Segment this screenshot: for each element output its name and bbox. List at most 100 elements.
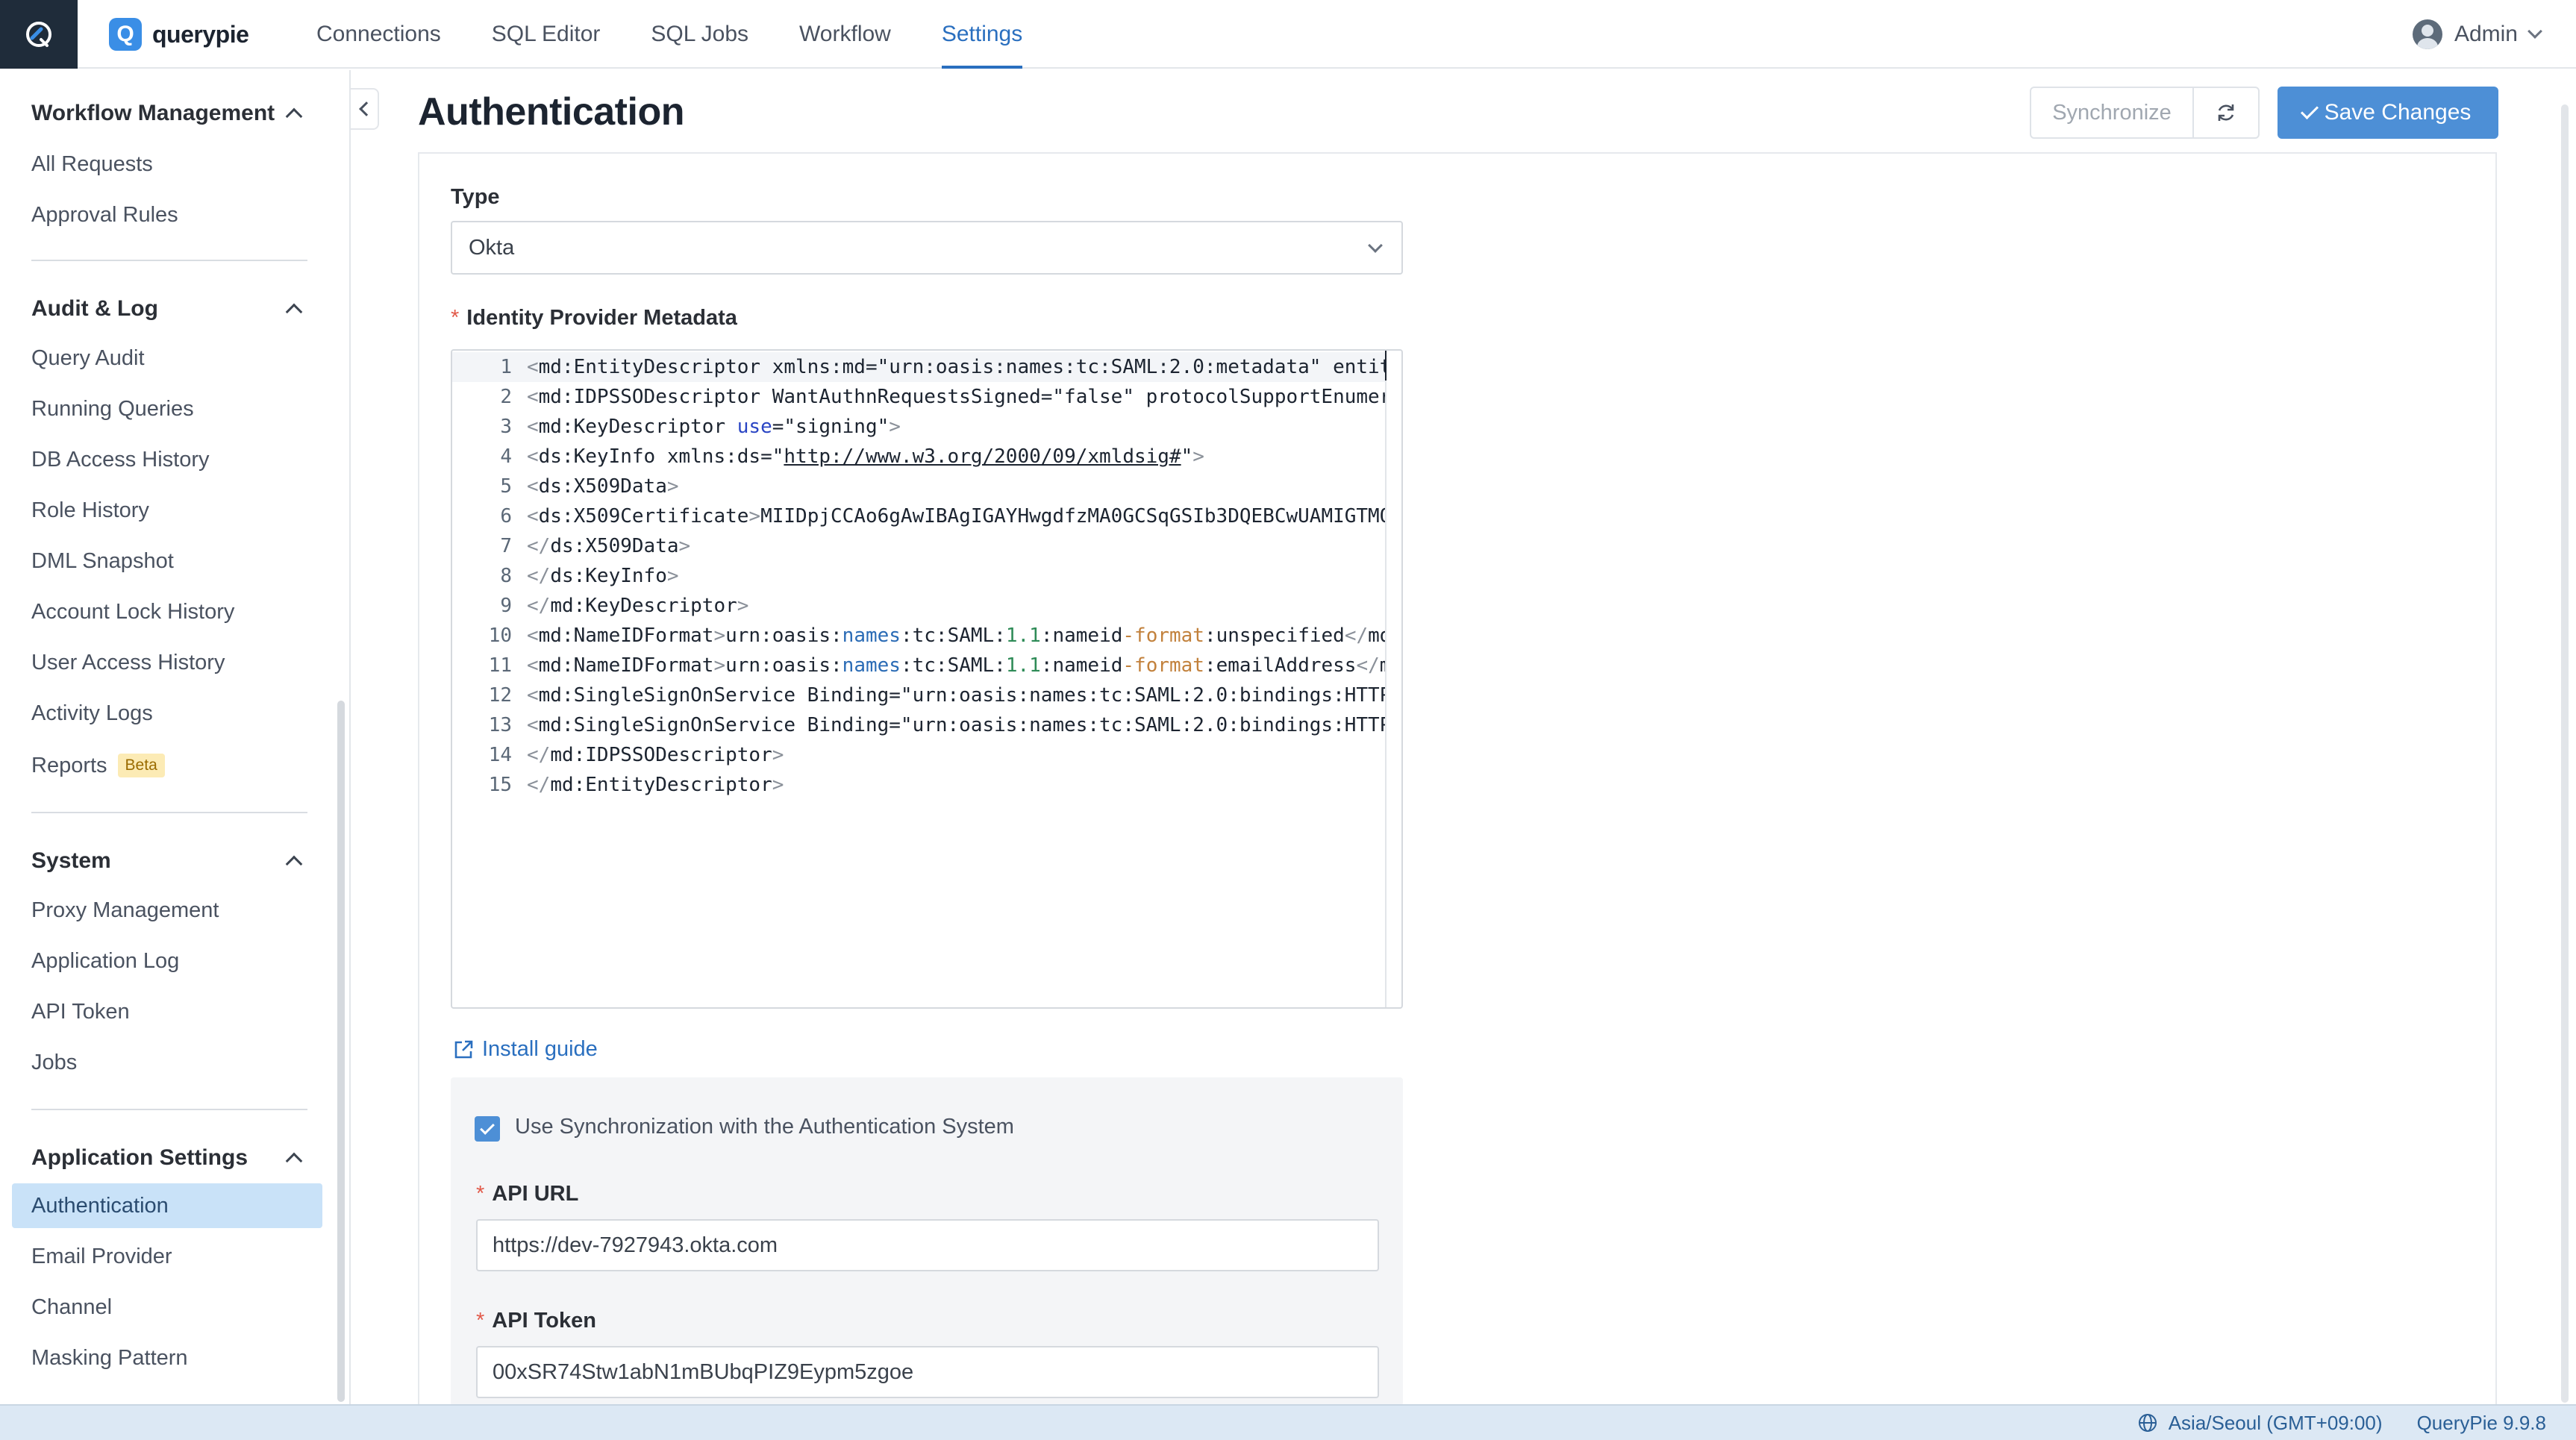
api-token-label: * API Token <box>476 1309 596 1333</box>
section-title: Application Settings <box>31 1145 248 1170</box>
section-system[interactable]: System <box>31 846 307 876</box>
metadata-code-editor[interactable]: 1 <md:EntityDescriptor xmlns:md="urn:oasi… <box>451 349 1403 1009</box>
top-navigation-bar: Q querypie Connections SQL Editor SQL Jo… <box>0 0 2576 69</box>
chevron-up-icon <box>285 855 303 873</box>
install-guide-link[interactable]: Install guide <box>452 1037 598 1062</box>
nav-sql-editor[interactable]: SQL Editor <box>466 0 626 69</box>
sidebar-item-email-provider[interactable]: Email Provider <box>12 1234 322 1279</box>
chevron-down-icon <box>1368 238 1383 253</box>
sidebar-item-user-access-history[interactable]: User Access History <box>12 640 322 685</box>
sidebar-item-db-access-history[interactable]: DB Access History <box>12 437 322 482</box>
sidebar-item-activity-logs[interactable]: Activity Logs <box>12 691 322 736</box>
save-changes-button[interactable]: Save Changes <box>2278 87 2498 139</box>
section-workflow-management[interactable]: Workflow Management <box>31 98 307 128</box>
sidebar-item-query-audit[interactable]: Query Audit <box>12 336 322 381</box>
required-marker: * <box>451 306 460 330</box>
avatar <box>2412 19 2442 49</box>
code-line: 5 <ds:X509Data> <box>500 475 679 498</box>
code-text: </md:KeyDescriptor> <box>527 595 749 617</box>
chevron-up-icon <box>285 303 303 321</box>
sidebar-divider <box>31 260 307 261</box>
sidebar-item-jobs[interactable]: Jobs <box>12 1040 322 1085</box>
page-title: Authentication <box>418 90 684 134</box>
user-menu[interactable]: Admin <box>2412 18 2542 51</box>
api-token-field[interactable]: 00xSR74Stw1abN1mBUbqPIZ9Eypm5zgoe <box>476 1346 1379 1398</box>
code-text: </md:IDPSSODescriptor> <box>527 744 784 766</box>
code-text: <md:EntityDescriptor xmlns:md="urn:oasis… <box>527 356 1385 378</box>
globe-icon <box>2138 1414 2157 1432</box>
brand-name: querypie <box>152 20 249 48</box>
nav-connections[interactable]: Connections <box>291 0 466 69</box>
code-text: <md:IDPSSODescriptor WantAuthnRequestsSi… <box>527 386 1385 408</box>
sidebar-item-running-queries[interactable]: Running Queries <box>12 386 322 431</box>
code-line: 14 </md:IDPSSODescriptor> <box>488 744 784 766</box>
main-nav: Connections SQL Editor SQL Jobs Workflow… <box>291 0 1048 69</box>
code-text: <md:SingleSignOnService Binding="urn:oas… <box>527 684 1385 707</box>
querypie-logo[interactable]: Q querypie <box>109 18 249 51</box>
save-changes-label: Save Changes <box>2324 100 2472 125</box>
querypie-q-icon: Q <box>109 18 142 51</box>
use-synchronization-label: Use Synchronization with the Authenticat… <box>515 1115 1014 1139</box>
text-cursor <box>1385 351 1387 381</box>
code-line: 12 <md:SingleSignOnService Binding="urn:o… <box>452 680 1385 710</box>
sidebar-item-approval-rules[interactable]: Approval Rules <box>12 192 322 237</box>
timezone-indicator[interactable]: Asia/Seoul (GMT+09:00) <box>2137 1412 2383 1435</box>
type-select[interactable]: Okta <box>451 221 1403 275</box>
api-url-label: * API URL <box>476 1182 578 1206</box>
check-icon <box>480 1120 495 1135</box>
sidebar-item-channel[interactable]: Channel <box>12 1285 322 1330</box>
code-line: 11 <md:NameIDFormat>urn:oasis:names:tc:SA… <box>452 651 1385 680</box>
code-line: 15 </md:EntityDescriptor> <box>488 774 784 796</box>
version-label: QueryPie 9.9.8 <box>2416 1411 2546 1434</box>
sidebar-item-api-token[interactable]: API Token <box>12 989 322 1034</box>
code-text: </ds:KeyInfo> <box>527 565 679 587</box>
section-application-settings[interactable]: Application Settings <box>31 1143 307 1173</box>
sidebar-item-role-history[interactable]: Role History <box>12 488 322 533</box>
type-select-value: Okta <box>469 235 515 260</box>
section-audit-log[interactable]: Audit & Log <box>31 294 307 324</box>
code-line: 2 <md:IDPSSODescriptor WantAuthnRequestsS… <box>452 382 1385 412</box>
sidebar-item-authentication[interactable]: Authentication <box>12 1183 322 1228</box>
nav-sql-jobs[interactable]: SQL Jobs <box>625 0 774 69</box>
sidebar-item-dml-snapshot[interactable]: DML Snapshot <box>12 539 322 583</box>
code-line: 8 </ds:KeyInfo> <box>500 565 679 587</box>
required-marker: * <box>476 1182 485 1206</box>
refresh-button[interactable] <box>2192 87 2260 139</box>
code-text: <ds:X509Certificate>MIIDpjCCAo6gAwIBAgIG… <box>527 505 1385 528</box>
metadata-label-text: Identity Provider Metadata <box>466 306 737 330</box>
sidebar-item-application-log[interactable]: Application Log <box>12 939 322 983</box>
section-title: Audit & Log <box>31 296 158 321</box>
code-line: 1 <md:EntityDescriptor xmlns:md="urn:oasi… <box>452 352 1385 382</box>
chevron-up-icon <box>285 1152 303 1170</box>
synchronize-button[interactable]: Synchronize <box>2030 87 2194 139</box>
collapse-sidebar-button[interactable] <box>351 88 379 130</box>
code-text: <md:NameIDFormat>urn:oasis:names:tc:SAML… <box>527 624 1385 647</box>
sidebar-divider <box>31 1109 307 1110</box>
code-text: <ds:X509Data> <box>527 475 679 498</box>
sidebar-scrollbar[interactable] <box>337 701 345 1402</box>
sidebar-item-proxy-management[interactable]: Proxy Management <box>12 888 322 933</box>
api-url-field[interactable]: https://dev-7927943.okta.com <box>476 1219 1379 1271</box>
app-home-icon[interactable] <box>0 0 78 69</box>
code-line: 10 <md:NameIDFormat>urn:oasis:names:tc:SA… <box>452 621 1385 651</box>
code-line: 6 <ds:X509Certificate>MIIDpjCCAo6gAwIBAgI… <box>452 501 1385 531</box>
editor-scrollbar[interactable] <box>1385 351 1387 1007</box>
status-bar: Asia/Seoul (GMT+09:00) QueryPie 9.9.8 <box>0 1404 2576 1440</box>
sidebar-item-masking-pattern[interactable]: Masking Pattern <box>12 1336 322 1380</box>
settings-sidebar: Workflow Management All Requests Approva… <box>0 70 351 1404</box>
sidebar-item-reports[interactable]: Reports Beta <box>12 743 322 788</box>
section-title: Workflow Management <box>31 101 275 125</box>
querypie-symbol-icon <box>26 22 51 47</box>
nav-settings[interactable]: Settings <box>916 0 1048 69</box>
metadata-label: * Identity Provider Metadata <box>451 306 737 331</box>
api-url-label-text: API URL <box>492 1182 579 1206</box>
user-name: Admin <box>2454 22 2518 46</box>
code-line: 13 <md:SingleSignOnService Binding="urn:o… <box>452 710 1385 740</box>
use-synchronization-checkbox[interactable] <box>475 1116 500 1142</box>
page-scrollbar[interactable] <box>2561 104 2569 1403</box>
nav-workflow[interactable]: Workflow <box>774 0 916 69</box>
sidebar-item-all-requests[interactable]: All Requests <box>12 142 322 187</box>
sidebar-item-account-lock-history[interactable]: Account Lock History <box>12 589 322 634</box>
timezone-text: Asia/Seoul (GMT+09:00) <box>2168 1411 2383 1434</box>
type-label: Type <box>451 185 500 209</box>
